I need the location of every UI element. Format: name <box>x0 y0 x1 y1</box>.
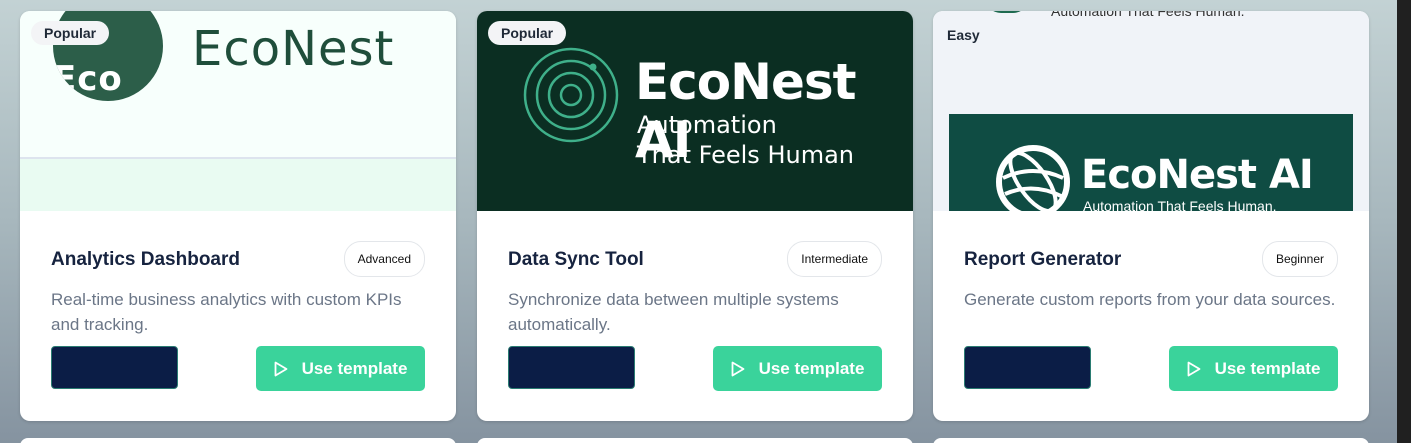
scrollbar-track[interactable] <box>1397 0 1411 443</box>
thumbnail-brand-text: EcoNest <box>192 21 395 77</box>
logo-fragment <box>985 11 1029 13</box>
thumbnail-banner: EcoNest AI Automation That Feels Human. <box>949 114 1353 211</box>
play-icon <box>731 361 744 376</box>
difficulty-badge: Beginner <box>1261 241 1338 277</box>
next-row-card-edge <box>933 438 1369 443</box>
use-template-label: Use template <box>1214 358 1321 378</box>
card-description: Real-time business analytics with custom… <box>51 290 402 334</box>
play-icon <box>274 361 287 376</box>
thumbnail-tagline-2: That Feels Human <box>637 141 854 169</box>
popular-badge: Popular <box>31 21 110 45</box>
orbit-logo-icon <box>523 47 619 143</box>
play-icon <box>1187 361 1200 376</box>
globe-logo-icon <box>996 145 1070 211</box>
logo-circle-text: Eco <box>53 59 123 99</box>
thumbnail-brand-text: EcoNest AI <box>1081 152 1314 198</box>
thumbnail-lower-band <box>20 157 456 211</box>
secondary-action-button[interactable] <box>508 346 635 389</box>
card-description: Generate custom reports from your data s… <box>964 290 1336 309</box>
template-card-report-generator[interactable]: Automation That Feels Human. EcoNest AI … <box>933 11 1369 421</box>
use-template-button[interactable]: Use template <box>1169 346 1338 391</box>
secondary-action-button[interactable] <box>51 346 178 389</box>
thumbnail-tagline-1: Automation <box>637 111 777 139</box>
template-card-data-sync-tool[interactable]: EcoNest AI Automation That Feels Human P… <box>477 11 913 421</box>
secondary-action-button[interactable] <box>964 346 1091 389</box>
use-template-button[interactable]: Use template <box>256 346 425 391</box>
card-title: Analytics Dashboard <box>51 249 240 270</box>
card-title: Report Generator <box>964 249 1122 270</box>
next-row-card-edge <box>20 438 456 443</box>
thumbnail-subtag: Automation That Feels Human. <box>1083 198 1277 211</box>
card-description: Synchronize data between multiple system… <box>508 290 839 334</box>
next-row-card-edge <box>477 438 913 443</box>
card-title: Data Sync Tool <box>508 249 644 270</box>
popular-badge: Popular <box>488 21 567 45</box>
template-card-analytics-dashboard[interactable]: Eco EcoNest Popular Analytics Dashboard … <box>20 11 456 421</box>
difficulty-badge: Intermediate <box>787 241 882 277</box>
use-template-button[interactable]: Use template <box>713 346 882 391</box>
thumbnail-top-text: Automation That Feels Human. <box>1051 11 1245 19</box>
difficulty-tag: Easy <box>947 27 980 43</box>
template-thumbnail: Automation That Feels Human. EcoNest AI … <box>933 11 1369 211</box>
use-template-label: Use template <box>301 358 408 378</box>
difficulty-badge: Advanced <box>343 241 425 277</box>
use-template-label: Use template <box>758 358 865 378</box>
